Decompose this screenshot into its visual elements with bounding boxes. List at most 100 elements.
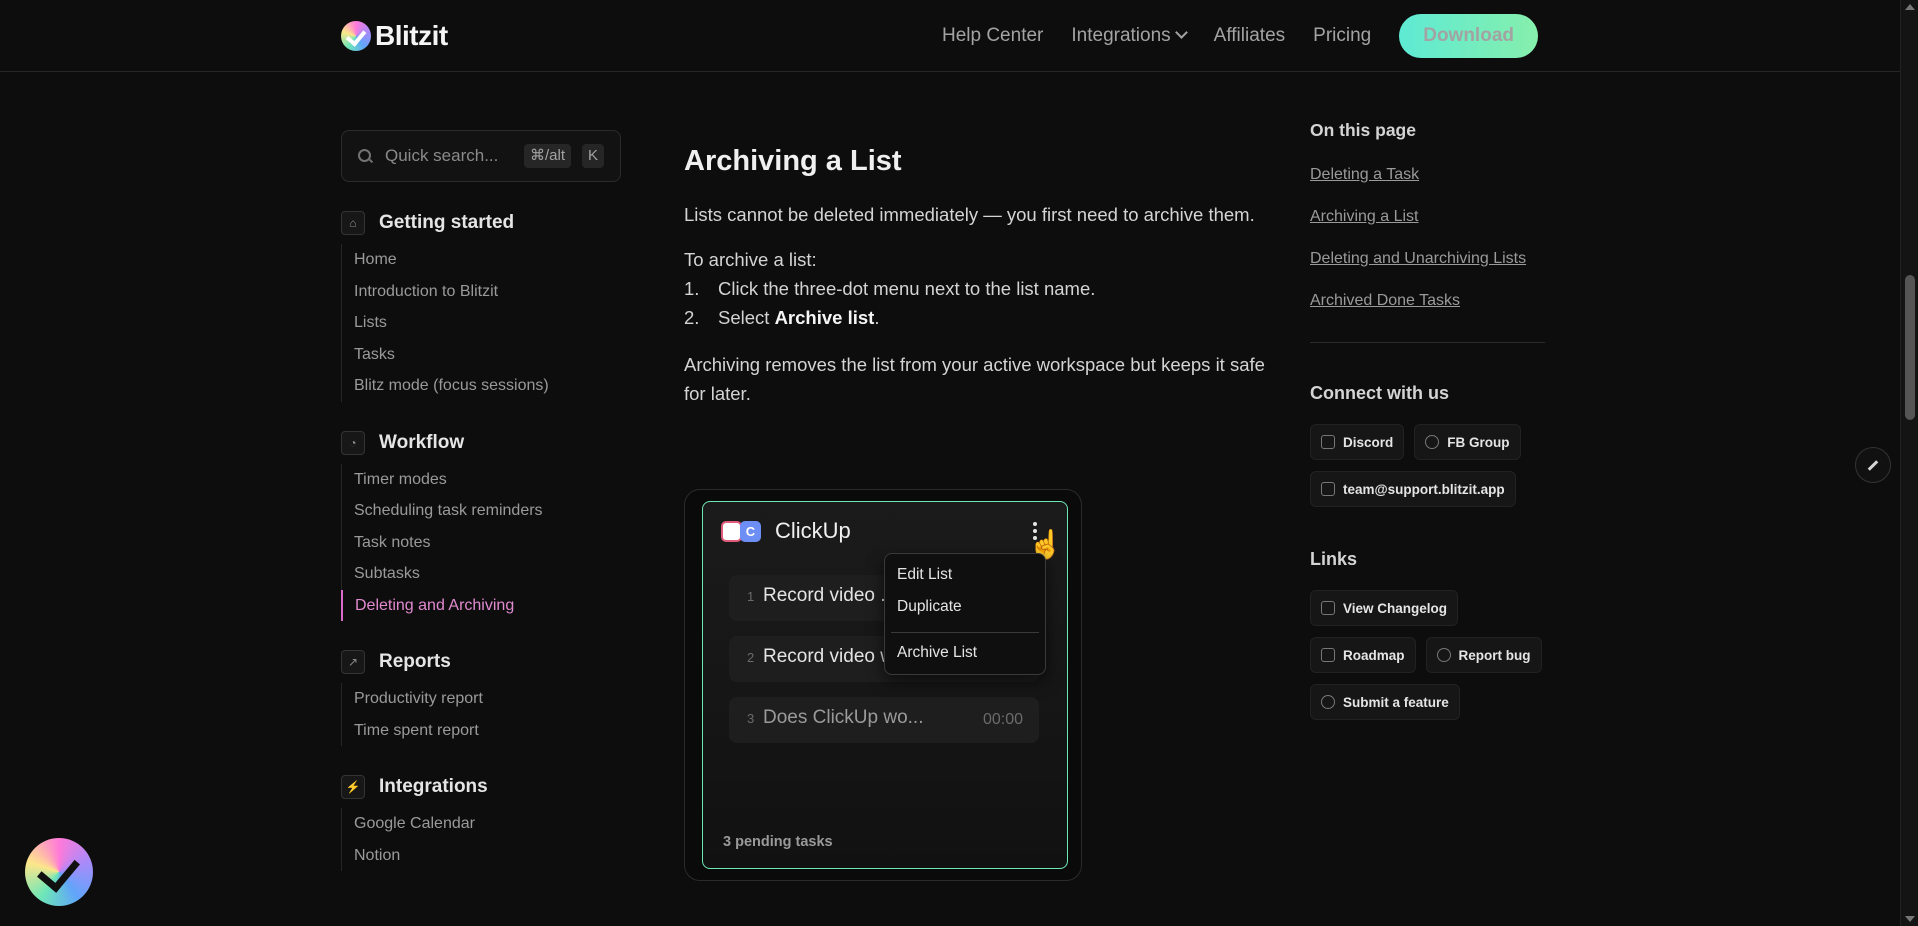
step-text-suffix: .	[874, 307, 880, 328]
sidebar-item-scheduling-reminders[interactable]: Scheduling task reminders	[342, 495, 621, 527]
scrollbar-thumb[interactable]	[1905, 275, 1915, 420]
task-row[interactable]: 3 Does ClickUp wo... 00:00	[729, 697, 1039, 743]
divider	[1310, 342, 1545, 343]
steps-intro: To archive a list:	[684, 249, 817, 270]
chip-label: Report bug	[1458, 647, 1531, 663]
toc-link-archiving-list[interactable]: Archiving a List	[1310, 205, 1550, 228]
sidebar-item-productivity-report[interactable]: Productivity report	[342, 683, 621, 715]
step-text-bold: Archive list	[774, 307, 875, 328]
changelog-icon	[1321, 601, 1335, 615]
map-icon	[1321, 648, 1335, 662]
sidebar-item-introduction[interactable]: Introduction to Blitzit	[342, 276, 621, 308]
right-rail: On this page Deleting a Task Archiving a…	[1310, 120, 1550, 720]
nav-integrations-label: Integrations	[1071, 25, 1171, 46]
menu-item-edit-list[interactable]: Edit List	[897, 566, 952, 584]
toc-link-deleting-task[interactable]: Deleting a Task	[1310, 163, 1550, 186]
chip-label: View Changelog	[1343, 600, 1448, 616]
clickup-badge-icon: C	[740, 520, 761, 542]
brand-name: Blitzit	[375, 20, 448, 51]
sidebar-item-subtasks[interactable]: Subtasks	[342, 558, 621, 590]
sidebar-item-blitz-mode[interactable]: Blitz mode (focus sessions)	[342, 370, 621, 402]
sidebar-item-time-spent-report[interactable]: Time spent report	[342, 715, 621, 747]
discord-button[interactable]: Discord	[1310, 424, 1405, 460]
step-number: 1.	[684, 278, 700, 299]
submit-feature-button[interactable]: Submit a feature	[1310, 684, 1460, 720]
steps-list: 1. Click the three-dot menu next to the …	[684, 274, 1274, 332]
section-title: Getting started	[379, 212, 515, 233]
section-title: Reports	[379, 651, 451, 672]
download-button[interactable]: Download	[1399, 14, 1538, 58]
page-title: Archiving a List	[684, 145, 902, 177]
task-number: 2	[747, 650, 755, 665]
lightbulb-icon	[1321, 695, 1335, 709]
blitzit-launcher-button[interactable]	[25, 838, 93, 906]
chart-icon: ↗	[341, 650, 365, 674]
chevron-down-icon	[1174, 26, 1188, 39]
bug-icon	[1436, 648, 1451, 662]
task-title: Record video ...	[763, 585, 897, 606]
step-text-prefix: Select	[718, 307, 775, 328]
demo-illustration: C ClickUp ☝ 1 Record video ... 2 Record …	[684, 489, 1082, 881]
section-title: Workflow	[379, 431, 465, 453]
chip-label: Roadmap	[1343, 647, 1405, 663]
main-nav: Help Center Integrations Affiliates Pric…	[942, 14, 1538, 58]
connect-heading: Connect with us	[1310, 383, 1449, 403]
fb-group-button[interactable]: FB Group	[1414, 424, 1521, 460]
sidebar-item-lists[interactable]: Lists	[342, 307, 621, 339]
chip-label: FB Group	[1447, 434, 1510, 450]
chip-label: Submit a feature	[1343, 694, 1449, 710]
toc-heading: On this page	[1310, 120, 1416, 140]
sidebar-item-tasks[interactable]: Tasks	[342, 339, 621, 371]
list-context-menu: Edit List Duplicate Archive List	[884, 553, 1046, 675]
task-title: Does ClickUp wo...	[763, 707, 924, 728]
pencil-icon	[1867, 459, 1879, 471]
section-title: Integrations	[379, 776, 488, 797]
changelog-button[interactable]: View Changelog	[1310, 590, 1459, 626]
sidebar-item-task-notes[interactable]: Task notes	[342, 527, 621, 559]
sidebar-section-getting-started: ⌂ Getting started Home Introduction to B…	[341, 210, 621, 402]
nav-help-center[interactable]: Help Center	[942, 25, 1043, 47]
roadmap-button[interactable]: Roadmap	[1310, 637, 1416, 673]
list-card: C ClickUp ☝ 1 Record video ... 2 Record …	[702, 501, 1068, 869]
article-outro: Archiving removes the list from your act…	[684, 354, 1265, 404]
step-number: 2.	[684, 307, 700, 328]
nav-affiliates[interactable]: Affiliates	[1214, 25, 1285, 47]
step-text: Select Archive list.	[718, 303, 879, 332]
chip-label: Discord	[1343, 434, 1394, 450]
sidebar-item-timer-modes[interactable]: Timer modes	[342, 464, 621, 496]
scroll-up-icon[interactable]	[1905, 4, 1915, 10]
nav-integrations[interactable]: Integrations	[1071, 25, 1188, 47]
shortcut-k-key: K	[582, 144, 605, 168]
chip-label: team@support.blitzit.app	[1343, 481, 1505, 497]
toc-link-deleting-unarchiving[interactable]: Deleting and Unarchiving Lists	[1310, 247, 1550, 270]
scrollbar[interactable]	[1900, 0, 1918, 926]
task-title: Record video w	[763, 646, 894, 667]
article-content: Archiving a List Lists cannot be deleted…	[684, 145, 1274, 408]
sidebar-item-deleting-archiving[interactable]: Deleting and Archiving	[341, 589, 621, 621]
list-card-header: C ClickUp	[721, 518, 851, 544]
menu-item-archive-list[interactable]: Archive List	[897, 644, 977, 662]
clickup-logo-icon	[721, 520, 742, 542]
sidebar-section-reports: ↗ Reports Productivity report Time spent…	[341, 649, 621, 746]
menu-divider	[891, 632, 1039, 633]
sidebar-item-notion[interactable]: Notion	[342, 840, 621, 872]
nav-pricing[interactable]: Pricing	[1313, 25, 1371, 47]
task-number: 1	[747, 589, 755, 604]
blitzit-logo-icon	[341, 21, 371, 51]
brand-logo[interactable]: Blitzit	[341, 20, 448, 52]
docs-sidebar: Quick search... ⌘/alt K ⌂ Getting starte…	[341, 130, 621, 871]
task-timer: 00:00	[982, 711, 1023, 728]
edit-page-button[interactable]	[1855, 447, 1891, 483]
scroll-down-icon[interactable]	[1905, 916, 1915, 922]
toc-link-archived-done[interactable]: Archived Done Tasks	[1310, 289, 1550, 312]
report-bug-button[interactable]: Report bug	[1425, 637, 1542, 673]
search-placeholder: Quick search...	[385, 146, 499, 165]
menu-item-duplicate[interactable]: Duplicate	[897, 598, 962, 616]
support-email-button[interactable]: team@support.blitzit.app	[1310, 471, 1516, 507]
sidebar-item-google-calendar[interactable]: Google Calendar	[342, 808, 621, 840]
sidebar-item-home[interactable]: Home	[342, 244, 621, 276]
search-input[interactable]: Quick search... ⌘/alt K	[341, 130, 621, 182]
list-item: 2. Select Archive list.	[684, 303, 1274, 332]
shortcut-modifier-key: ⌘/alt	[524, 144, 572, 168]
sidebar-section-integrations: ⚡ Integrations Google Calendar Notion	[341, 774, 621, 871]
